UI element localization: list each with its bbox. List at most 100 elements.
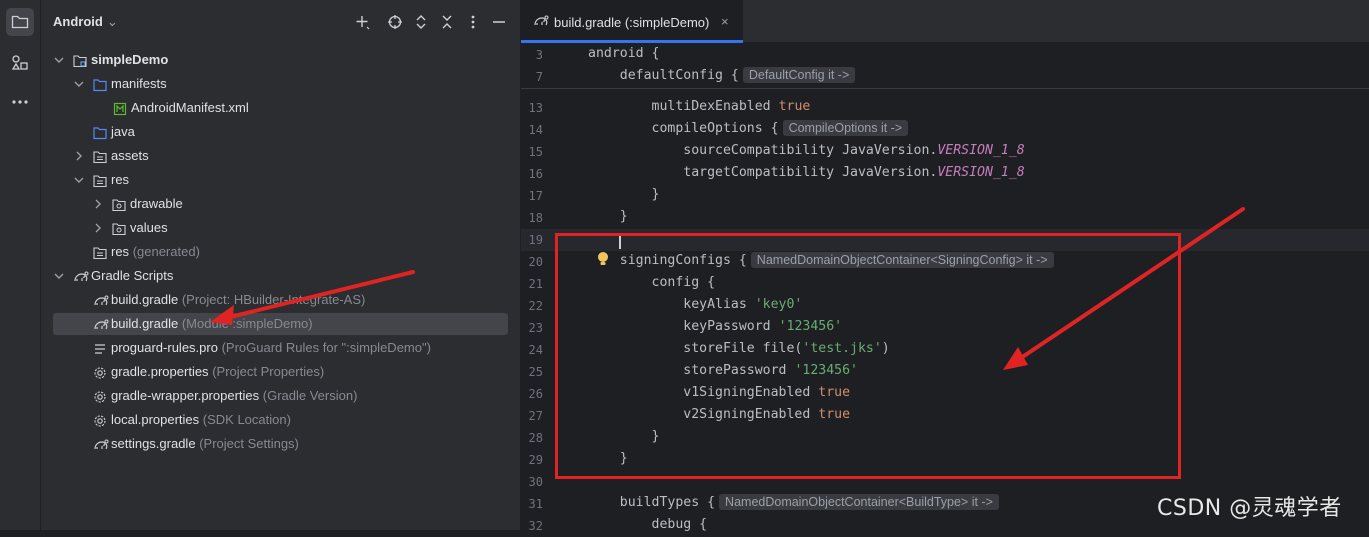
code-token: VERSION_1_8 [937,143,1025,158]
tree-item[interactable]: simpleDemo [41,49,520,71]
chevron-down-icon[interactable] [73,73,85,95]
settings-gear-icon [93,389,107,403]
line-number: 32 [528,519,543,533]
locate-icon[interactable] [386,13,404,31]
code-line: 28 } [521,427,1369,449]
inlay-hint[interactable]: CompileOptions it -> [782,120,909,136]
module-folder-icon [73,53,87,68]
lightbulb-icon[interactable] [596,251,610,267]
code-line: 3 android { [521,44,1369,66]
tree-item-hint: (Module :simpleDemo) [181,316,313,331]
code-token: true [778,99,811,114]
tree-item[interactable]: proguard-rules.pro (ProGuard Rules for "… [41,337,520,359]
line-number: 20 [528,255,543,269]
code-line: 7 defaultConfig {DefaultConfig it -> [521,66,1369,88]
tree-item[interactable]: manifests [41,73,520,95]
tree-item[interactable]: gradle-wrapper.properties (Gradle Versio… [41,385,520,407]
tree-item[interactable]: assets [41,145,520,167]
inlay-hint[interactable]: DefaultConfig it -> [742,67,856,83]
code-line: 22 keyAlias 'key0' [521,295,1369,317]
code-view[interactable]: 13 multiDexEnabled true 14 compileOptions… [521,44,1369,533]
code-text: sourceCompatibility JavaVersion.VERSION_… [588,143,1025,158]
tree-item-name: AndroidManifest.xml [131,100,249,115]
line-number: 15 [528,145,543,159]
chevron-right-icon[interactable] [92,193,104,215]
add-icon[interactable] [353,13,371,31]
tree-item-label: Gradle Scripts [91,265,173,287]
inlay-hint[interactable]: NamedDomainObjectContainer<BuildType> it… [719,494,999,510]
code-line: 14 compileOptions {CompileOptions it -> [521,119,1369,141]
line-number: 17 [528,189,543,203]
code-token: 'test.jks' [802,341,882,356]
tree-item[interactable]: values [41,217,520,239]
sticky-scroll-header: 3 android { 7 defaultConfig {DefaultConfig… [521,44,1369,89]
code-text: keyPassword '123456' [588,319,842,334]
tree-item-label: values [130,217,168,239]
hide-panel-icon[interactable] [490,13,508,31]
tree-item-label: res (generated) [111,241,200,263]
code-text: keyAlias 'key0' [588,297,802,312]
project-view-selector[interactable]: Android ⌄ [53,14,118,30]
code-line: 18 } [521,207,1369,229]
tree-item-label: simpleDemo [91,49,168,71]
code-token: buildTypes { [588,495,716,510]
tree-item-name: res [111,172,130,187]
code-line: 23 keyPassword '123456' [521,317,1369,339]
options-menu-icon[interactable] [464,13,482,31]
more-tools-icon[interactable] [6,88,34,116]
tree-item-label: build.gradle (Project: HBuilder-Integrat… [111,289,365,311]
tree-item[interactable]: res [41,169,520,191]
editor-tab-bar: build.gradle (:simpleDemo) × [521,0,1369,43]
code-token: android { [588,46,660,61]
code-text: defaultConfig {DefaultConfig it -> [588,67,856,83]
inlay-hint[interactable]: NamedDomainObjectContainer<SigningConfig… [750,252,1054,268]
settings-gear-icon [93,365,107,379]
code-token: signingConfigs { [588,253,747,268]
tree-item-name: assets [111,148,149,163]
code-token: } [588,209,628,224]
chevron-down-icon[interactable] [73,169,85,191]
chevron-down-icon[interactable] [53,49,65,71]
tree-item-hint: (Gradle Version) [262,388,358,403]
line-number: 3 [535,48,543,62]
line-number: 25 [528,365,543,379]
tree-item[interactable]: build.gradle (Module :simpleDemo) [41,313,520,335]
code-text: } [588,187,660,202]
line-number: 23 [528,321,543,335]
tree-item[interactable]: gradle.properties (Project Properties) [41,361,520,383]
tree-item-label: AndroidManifest.xml [131,97,249,119]
collapse-all-icon[interactable] [438,13,456,31]
chevron-right-icon[interactable] [92,217,104,239]
chevron-down-icon[interactable] [53,265,65,287]
tree-item-hint: (SDK Location) [202,412,291,427]
structure-icon[interactable] [6,49,34,77]
line-number: 14 [528,123,543,137]
tree-item[interactable]: Gradle Scripts [41,265,520,287]
tree-item-name: gradle.properties [111,364,209,379]
tree-item[interactable]: settings.gradle (Project Settings) [41,433,520,455]
gradle-icon [93,437,109,451]
code-line: 17 } [521,185,1369,207]
expand-all-icon[interactable] [412,13,430,31]
code-line: 13 multiDexEnabled true [521,97,1369,119]
project-folder-icon[interactable] [6,8,34,36]
chevron-down-icon: ⌄ [106,14,118,29]
activity-bar [0,0,41,530]
code-token: } [588,187,660,202]
code-token: compileOptions { [588,121,779,136]
code-token: keyPassword [588,319,779,334]
code-text: storeFile file('test.jks') [588,341,889,356]
tree-item[interactable]: local.properties (SDK Location) [41,409,520,431]
tree-item[interactable]: AndroidManifest.xml [41,97,520,119]
editor-tab-build-gradle[interactable]: build.gradle (:simpleDemo) × [521,0,743,43]
code-token: v2SigningEnabled [588,407,819,422]
tree-item[interactable]: java [41,121,520,143]
package-folder-icon [112,197,126,212]
line-number: 21 [528,277,543,291]
tree-item[interactable]: drawable [41,193,520,215]
tree-item[interactable]: build.gradle (Project: HBuilder-Integrat… [41,289,520,311]
chevron-right-icon[interactable] [73,145,85,167]
close-icon[interactable]: × [721,14,729,29]
line-number: 19 [528,233,543,247]
tree-item[interactable]: res (generated) [41,241,520,263]
